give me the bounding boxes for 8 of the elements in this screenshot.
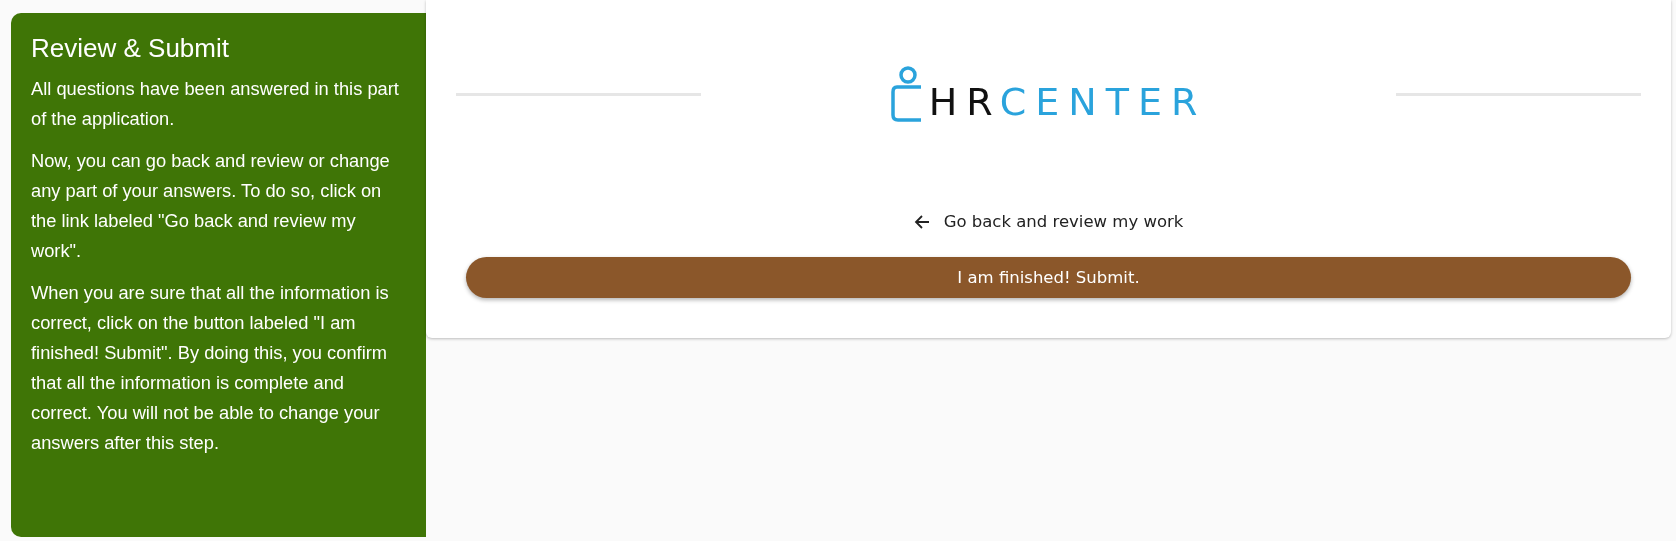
- instruction-paragraph: All questions have been answered in this part of the application.: [31, 77, 400, 131]
- instruction-paragraph: When you are sure that all the information is correct, click on the button labeled "I am finished! Submit". By doing this, you confirm that all the information is complete and correct. You will not be able to change your answers after this step.: [31, 281, 390, 455]
- logo-wordmark: HR CENTER: [928, 82, 1207, 122]
- back-link[interactable]: Go back and review my work: [913, 212, 1184, 231]
- instruction-paragraph: Now, you can go back and review or change any part of your answers. To do so, click on the link labeled "Go back and review my work".: [31, 149, 391, 263]
- panel-title: Review & Submit: [31, 33, 230, 64]
- arrow-left-icon: [913, 213, 930, 230]
- submit-button[interactable]: I am finished! Submit.: [466, 257, 1631, 298]
